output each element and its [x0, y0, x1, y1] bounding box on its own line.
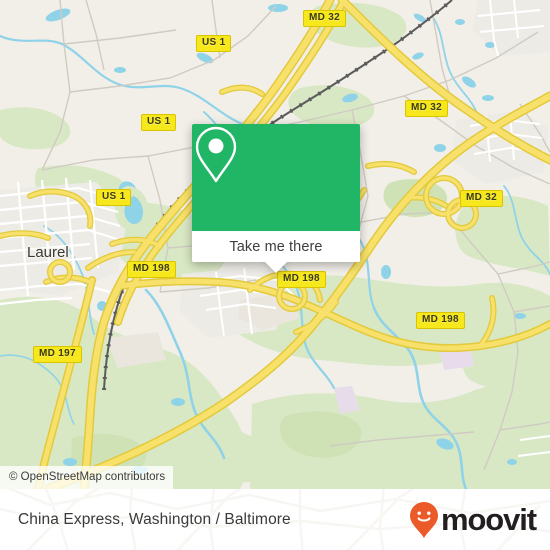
map-canvas[interactable]: Laurel MD 32 US 1 MD 32 US 1 MD 32 US 1 … [0, 0, 550, 489]
road-shield-md32-north: MD 32 [303, 10, 346, 27]
road-shield-us1-mid: US 1 [141, 114, 177, 131]
location-pin-icon [195, 126, 237, 183]
moovit-wordmark: moovit [440, 502, 537, 537]
road-shield-us1-north: US 1 [196, 35, 232, 52]
popup-header [192, 124, 360, 231]
footer-title-text: China Express, Washington / Baltimore [18, 510, 291, 528]
road-shield-md32-mid: MD 32 [405, 100, 448, 117]
footer-title: China Express, Washington / Baltimore [18, 489, 291, 550]
road-shield-md32-east: MD 32 [460, 190, 503, 207]
place-label-laurel: Laurel [27, 244, 69, 261]
map-popup-card[interactable]: Take me there [192, 124, 360, 273]
road-shield-md198-center: MD 198 [277, 271, 326, 288]
take-me-there-label: Take me there [229, 238, 323, 255]
osm-attribution[interactable]: © OpenStreetMap contributors [0, 466, 174, 489]
footer-bar: China Express, Washington / Baltimore mo… [0, 489, 550, 550]
moovit-logo[interactable]: moovit [409, 489, 537, 550]
road-shield-md198-west: MD 198 [127, 261, 176, 278]
road-shield-md197: MD 197 [33, 346, 82, 363]
map-screenshot: Laurel MD 32 US 1 MD 32 US 1 MD 32 US 1 … [0, 0, 550, 550]
road-shield-md198-east: MD 198 [416, 312, 465, 329]
road-shield-us1-south: US 1 [96, 189, 132, 206]
popup-footer[interactable]: Take me there [192, 231, 360, 273]
popup-tail-arrow [265, 262, 287, 273]
moovit-pin-smile-icon [409, 501, 438, 538]
